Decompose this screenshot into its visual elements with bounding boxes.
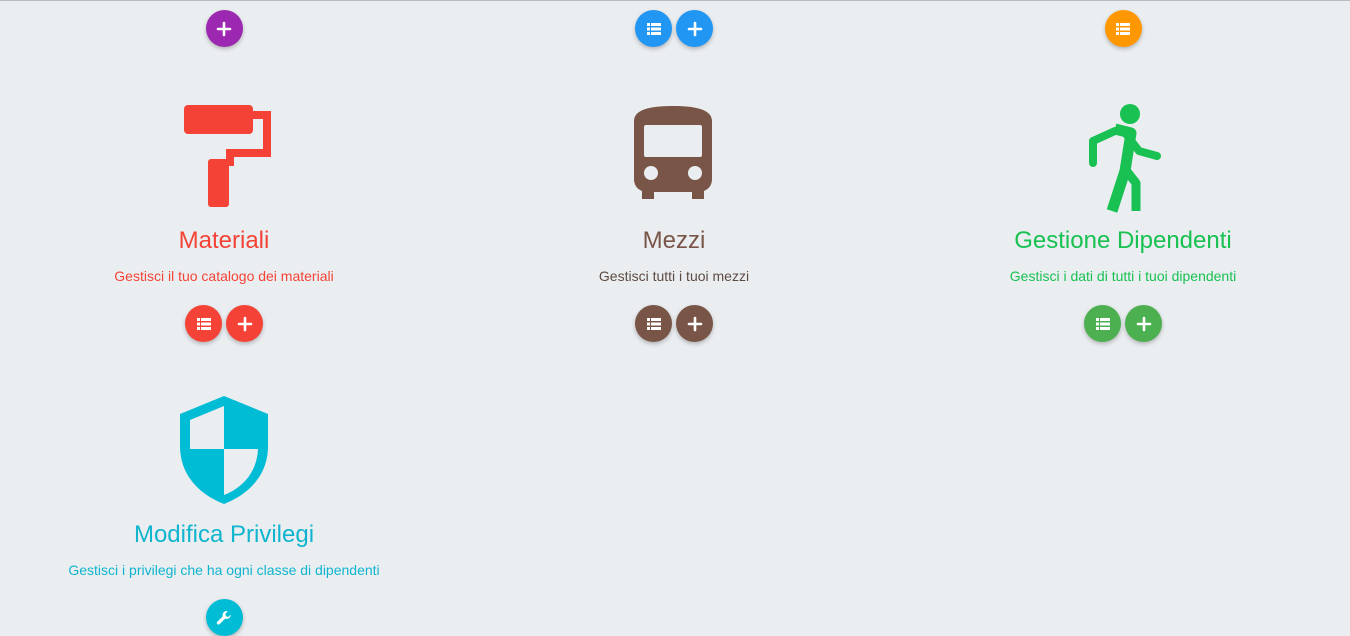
add-materiale-button[interactable] — [226, 305, 263, 342]
card-title: Mezzi — [642, 227, 706, 254]
card-description: Gestisci i dati di tutti i tuoi dipenden… — [1009, 268, 1237, 284]
add-button[interactable] — [676, 10, 713, 47]
card-mezzi: Mezzi Gestisci tutti i tuoi mezzi — [454, 95, 894, 355]
card-description: Gestisci il tuo catalogo dei materiali — [114, 268, 334, 284]
bus-icon — [634, 106, 712, 199]
add-button[interactable] — [205, 10, 243, 47]
card-title: Materiali — [178, 227, 270, 254]
list-icon — [1116, 22, 1130, 35]
list-button[interactable] — [1104, 10, 1142, 47]
top-section-3 — [903, 0, 1343, 60]
plus-icon — [687, 316, 702, 331]
add-dipendente-button[interactable] — [1125, 305, 1162, 342]
edit-privilegi-button[interactable] — [205, 599, 243, 636]
top-section-1 — [4, 0, 444, 60]
card-title: Modifica Privilegi — [133, 521, 315, 548]
plus-icon — [237, 316, 252, 331]
card-description: Gestisci i privilegi che ha ogni classe … — [68, 562, 380, 578]
card-materiali: Materiali Gestisci il tuo catalogo dei m… — [4, 95, 444, 355]
list-icon — [196, 317, 211, 330]
card-gestione-dipendenti: Gestione Dipendenti Gestisci i dati di t… — [903, 95, 1343, 355]
list-dipendenti-button[interactable] — [1084, 305, 1121, 342]
list-icon — [646, 22, 661, 35]
card-title: Gestione Dipendenti — [1014, 227, 1232, 254]
list-icon — [1095, 317, 1110, 330]
walking-person-icon — [1089, 104, 1161, 213]
list-mezzi-button[interactable] — [635, 305, 672, 342]
plus-icon — [1136, 316, 1151, 331]
paint-roller-icon — [184, 105, 271, 207]
add-mezzo-button[interactable] — [676, 305, 713, 342]
shield-icon — [180, 396, 268, 504]
list-button[interactable] — [635, 10, 672, 47]
top-section-2 — [454, 0, 894, 60]
wrench-icon — [216, 610, 231, 625]
card-modifica-privilegi: Modifica Privilegi Gestisci i privilegi … — [4, 390, 444, 636]
plus-icon — [216, 21, 232, 36]
list-icon — [646, 317, 661, 330]
card-description: Gestisci tutti i tuoi mezzi — [598, 268, 750, 284]
plus-icon — [687, 21, 702, 36]
list-materiali-button[interactable] — [185, 305, 222, 342]
